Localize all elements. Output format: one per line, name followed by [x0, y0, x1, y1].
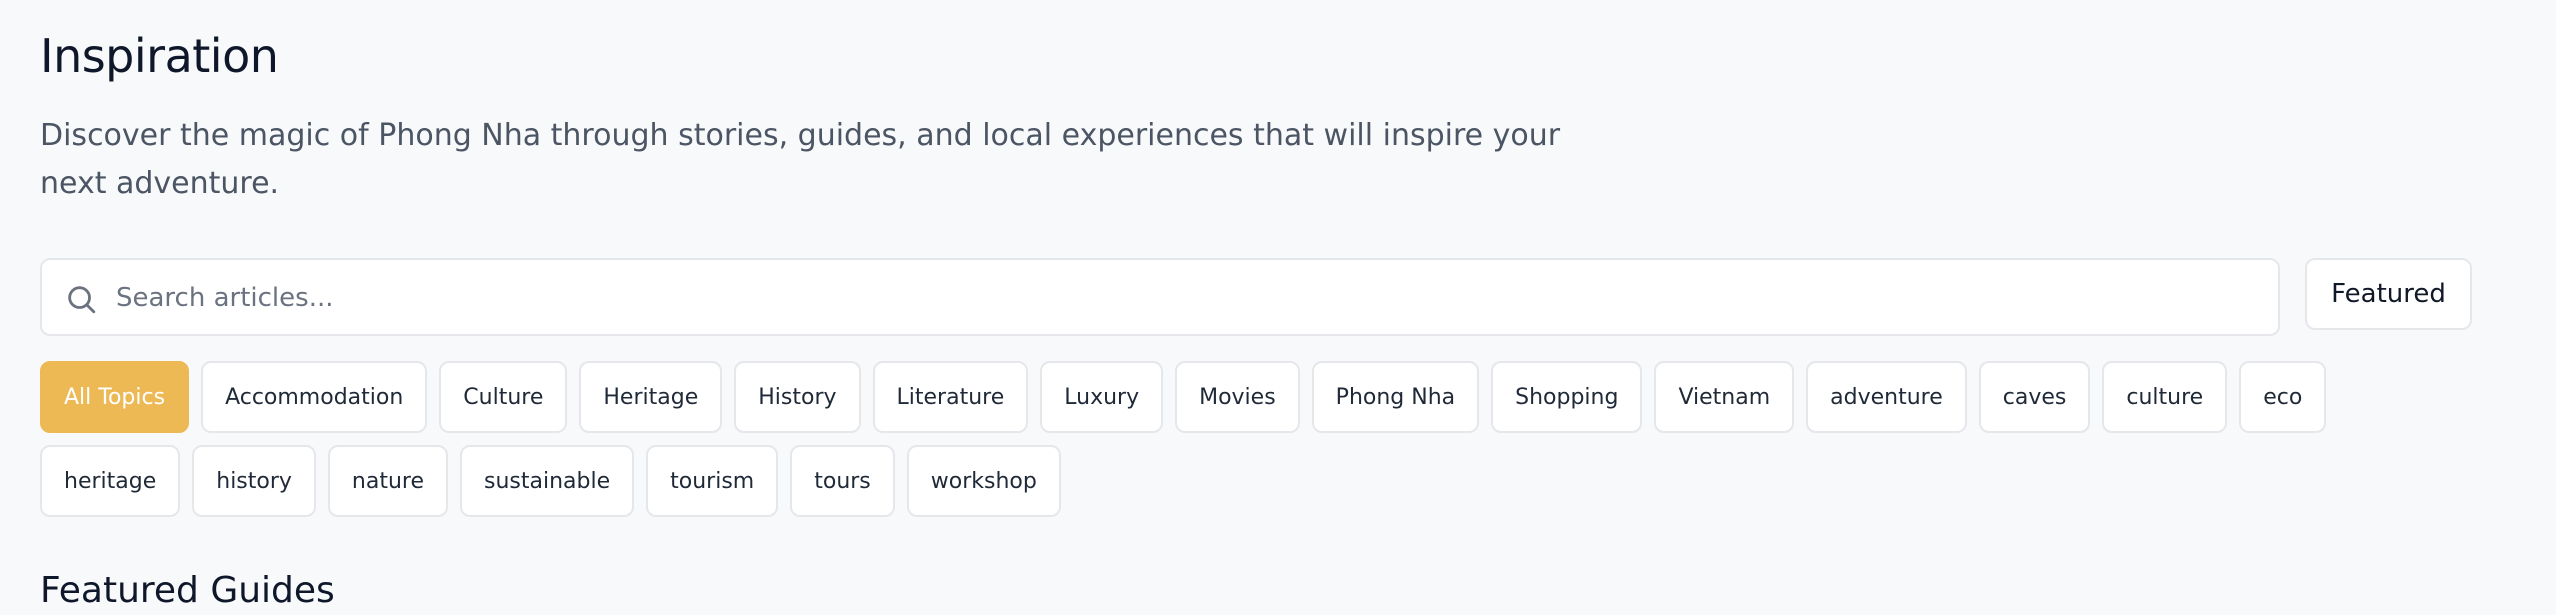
- page-description: Discover the magic of Phong Nha through …: [40, 118, 1561, 201]
- topic-chip-accommodation[interactable]: Accommodation: [201, 361, 428, 433]
- topic-chip-culture[interactable]: culture: [2102, 361, 2228, 433]
- topic-chip-phong-nha[interactable]: Phong Nha: [1311, 361, 1480, 433]
- topic-chip-nature-tag[interactable]: nature: [327, 445, 449, 517]
- topic-chip-adventure[interactable]: adventure: [1806, 361, 1967, 433]
- search-box[interactable]: [40, 258, 2280, 336]
- topic-chip-culture[interactable]: Culture: [439, 361, 568, 433]
- topic-filter-row-2: heritage history nature sustainable tourism t…: [40, 445, 2480, 517]
- topic-chip-history[interactable]: History: [734, 361, 861, 433]
- topic-chip-heritage[interactable]: Heritage: [579, 361, 723, 433]
- featured-button[interactable]: Featured: [2305, 258, 2472, 330]
- topic-chip-vietnam[interactable]: Vietnam: [1654, 361, 1795, 433]
- search-icon: [68, 286, 96, 314]
- topic-chip-history-tag[interactable]: history: [192, 445, 316, 517]
- search-input[interactable]: [114, 260, 2268, 336]
- topic-chip-sustainable-tag[interactable]: sustainable: [460, 445, 635, 517]
- topic-chip-luxury[interactable]: Luxury: [1040, 361, 1164, 433]
- page-title: Inspiration: [40, 29, 279, 83]
- topic-chip-all-topics[interactable]: All Topics: [40, 361, 190, 433]
- topic-chip-tours-tag[interactable]: tours: [790, 445, 895, 517]
- topic-chip-literature[interactable]: Literature: [872, 361, 1029, 433]
- topic-chip-workshop-tag[interactable]: workshop: [906, 445, 1061, 517]
- topic-chip-heritage-tag[interactable]: heritage: [40, 445, 181, 517]
- topic-chip-caves[interactable]: caves: [1978, 361, 2091, 433]
- topic-chip-tourism-tag[interactable]: tourism: [646, 445, 779, 517]
- featured-guides-heading: Featured Guides: [40, 570, 335, 611]
- topic-chip-eco[interactable]: eco: [2239, 361, 2327, 433]
- topic-filter-row-1: All Topics Accommodation Culture Heritage Hi…: [40, 361, 2480, 433]
- topic-chip-movies[interactable]: Movies: [1175, 361, 1300, 433]
- topic-chip-shopping[interactable]: Shopping: [1491, 361, 1643, 433]
